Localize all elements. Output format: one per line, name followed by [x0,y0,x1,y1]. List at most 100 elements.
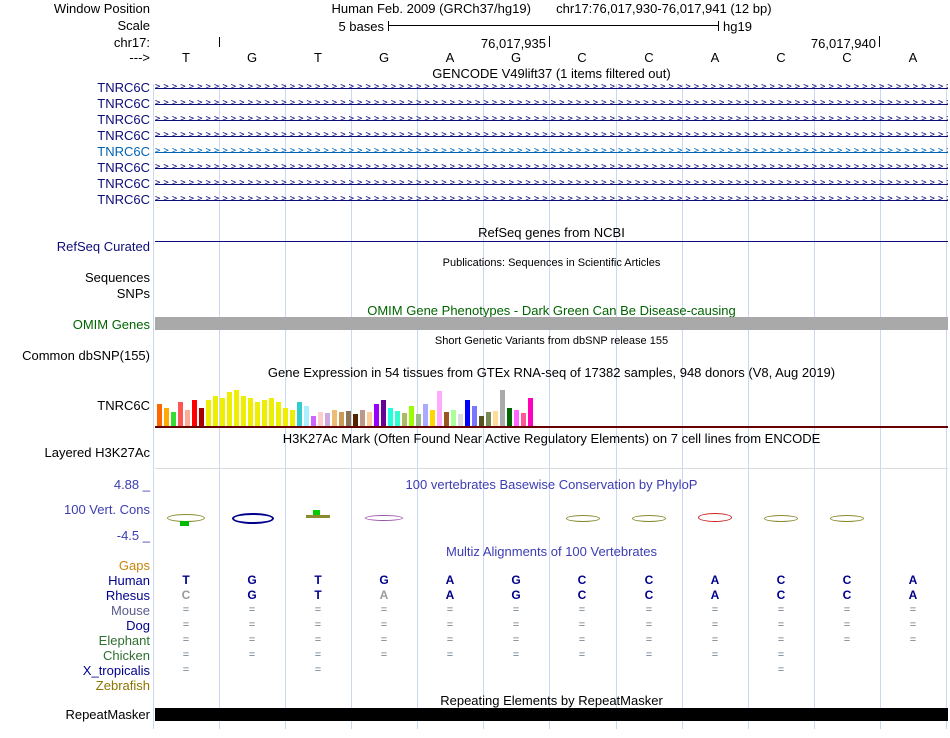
gtex-tissue-bar[interactable] [472,406,477,426]
repeatmasker-bar[interactable] [155,708,948,721]
species-label[interactable]: Gaps [0,559,150,572]
gtex-gene-label[interactable]: TNRC6C [0,399,150,412]
strand-arrows: >>>>>>>>>>>>>>>>>>>>>>>>>>>>>>>>>>>>>>>>… [155,178,948,188]
gencode-transcript[interactable]: >>>>>>>>>>>>>>>>>>>>>>>>>>>>>>>>>>>>>>>>… [155,129,948,143]
gtex-tissue-bar[interactable] [409,406,414,426]
gtex-tissue-bar[interactable] [269,398,274,426]
species-label[interactable]: Human [0,574,150,587]
gencode-transcript[interactable]: >>>>>>>>>>>>>>>>>>>>>>>>>>>>>>>>>>>>>>>>… [155,81,948,95]
gtex-tissue-bar[interactable] [255,402,260,426]
gtex-tissue-bar[interactable] [178,402,183,426]
species-label[interactable]: Dog [0,619,150,632]
gtex-tissue-bar[interactable] [213,396,218,426]
alignment-gap-mark: = [380,649,388,661]
gtex-tissue-bar[interactable] [227,392,232,426]
gtex-tissue-bar[interactable] [241,396,246,426]
gencode-transcript-label[interactable]: TNRC6C [0,161,150,174]
alignment-base: C [181,588,191,602]
gtex-tissue-bar[interactable] [346,411,351,426]
species-label[interactable]: Elephant [0,634,150,647]
refseq-curated-item[interactable] [155,241,948,242]
gtex-tissue-bar[interactable] [325,413,330,426]
gtex-tissue-bar[interactable] [276,402,281,426]
species-label[interactable]: X_tropicalis [0,664,150,677]
alignment-base: G [247,588,257,602]
gencode-transcript[interactable]: >>>>>>>>>>>>>>>>>>>>>>>>>>>>>>>>>>>>>>>>… [155,113,948,127]
gtex-tissue-bar[interactable] [311,416,316,426]
gtex-tissue-bar[interactable] [206,400,211,426]
gtex-tissue-bar[interactable] [479,416,484,426]
gencode-transcript-label[interactable]: TNRC6C [0,145,150,158]
gtex-tissue-bar[interactable] [353,414,358,426]
species-label[interactable]: Mouse [0,604,150,617]
gtex-tissue-bar[interactable] [528,398,533,426]
gtex-tissue-bar[interactable] [500,390,505,426]
gencode-transcript-label[interactable]: TNRC6C [0,177,150,190]
gtex-tissue-bar[interactable] [262,400,267,426]
gencode-transcript-label[interactable]: TNRC6C [0,97,150,110]
species-label[interactable]: Rhesus [0,589,150,602]
gtex-tissue-bar[interactable] [192,400,197,426]
gtex-tissue-bar[interactable] [395,411,400,426]
gtex-tissue-bar[interactable] [458,414,463,426]
gtex-tissue-bar[interactable] [486,412,491,426]
gtex-tissue-bar[interactable] [339,412,344,426]
omim-gene-bar[interactable] [155,317,948,330]
gtex-tissue-bar[interactable] [381,400,386,426]
gencode-transcript-label[interactable]: TNRC6C [0,81,150,94]
gtex-tissue-bar[interactable] [157,404,162,426]
gtex-tissue-bar[interactable] [416,414,421,426]
h3k27ac-track-label[interactable]: Layered H3K27Ac [0,446,150,459]
gtex-tissue-bar[interactable] [318,412,323,426]
species-label[interactable]: Zebrafish [0,679,150,692]
gtex-tissue-bar[interactable] [451,410,456,426]
gtex-tissue-bar[interactable] [248,398,253,426]
gencode-transcript[interactable]: >>>>>>>>>>>>>>>>>>>>>>>>>>>>>>>>>>>>>>>>… [155,145,948,159]
gtex-tissue-bar[interactable] [430,410,435,426]
gencode-transcript[interactable]: >>>>>>>>>>>>>>>>>>>>>>>>>>>>>>>>>>>>>>>>… [155,193,948,207]
gtex-tissue-bar[interactable] [185,410,190,426]
dbsnp-track-label[interactable]: Common dbSNP(155) [0,349,150,362]
gtex-tissue-bar[interactable] [444,412,449,426]
base-letter: A [445,50,455,65]
gtex-tissue-bar[interactable] [304,406,309,426]
sequences-track-label[interactable]: Sequences [0,271,150,284]
gtex-tissue-bar[interactable] [521,413,526,426]
gtex-tissue-bar[interactable] [514,410,519,426]
gtex-tissue-bar[interactable] [290,410,295,426]
gencode-transcript-label[interactable]: TNRC6C [0,129,150,142]
gencode-transcript[interactable]: >>>>>>>>>>>>>>>>>>>>>>>>>>>>>>>>>>>>>>>>… [155,97,948,111]
gtex-tissue-bar[interactable] [164,408,169,426]
gtex-tissue-bar[interactable] [465,400,470,426]
refseq-curated-label[interactable]: RefSeq Curated [0,240,150,253]
gtex-tissue-bar[interactable] [234,390,239,426]
gtex-tissue-bar[interactable] [332,410,337,426]
gtex-tissue-bar[interactable] [297,402,302,426]
gtex-tissue-bar[interactable] [493,411,498,426]
chrom-label: chr17: [113,35,150,50]
gtex-tissue-bar[interactable] [220,398,225,426]
omim-track-label[interactable]: OMIM Genes [0,318,150,331]
gtex-tissue-bar[interactable] [388,408,393,426]
gtex-tissue-bar[interactable] [367,412,372,426]
gtex-tissue-bar[interactable] [402,413,407,426]
phylop-track-label[interactable]: 100 Vert. Cons [0,503,150,516]
snps-track-label[interactable]: SNPs [0,287,150,300]
gtex-tissue-bar[interactable] [199,408,204,426]
gencode-transcript-label[interactable]: TNRC6C [0,193,150,206]
species-label[interactable]: Chicken [0,649,150,662]
alignment-base: T [182,573,190,587]
gtex-tissue-bar[interactable] [374,404,379,426]
gencode-transcript[interactable]: >>>>>>>>>>>>>>>>>>>>>>>>>>>>>>>>>>>>>>>>… [155,177,948,191]
gtex-tissue-bar[interactable] [360,410,365,426]
gtex-tissue-bar[interactable] [283,408,288,426]
gtex-tissue-bar[interactable] [507,408,512,426]
gtex-tissue-bar[interactable] [171,412,176,426]
gtex-tissue-bar[interactable] [437,391,442,426]
alignment-gap-mark: = [909,634,917,646]
base-letter: A [710,50,720,65]
gtex-tissue-bar[interactable] [423,404,428,426]
gencode-transcript-label[interactable]: TNRC6C [0,113,150,126]
gencode-transcript[interactable]: >>>>>>>>>>>>>>>>>>>>>>>>>>>>>>>>>>>>>>>>… [155,161,948,175]
repeatmasker-track-label[interactable]: RepeatMasker [0,708,150,721]
